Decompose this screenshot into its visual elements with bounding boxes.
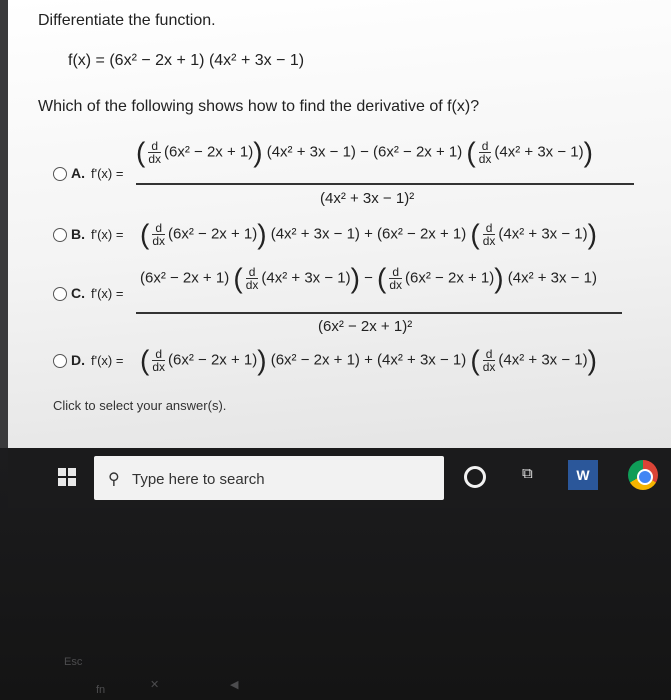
volume-key-icon: ◀ <box>230 679 239 691</box>
option-a-fx: f'(x) = <box>91 166 124 181</box>
photo-frame: Differentiate the function. f(x) = (6x² … <box>0 0 671 700</box>
taskbar: ⚲ Type here to search ⧉ W <box>8 448 671 508</box>
windows-start-icon[interactable] <box>58 468 76 486</box>
select-instruction: Click to select your answer(s). <box>53 398 227 413</box>
option-b-letter: B. <box>71 226 85 242</box>
option-a-denominator: (4x² + 3x − 1)² <box>320 190 415 207</box>
mute-key-icon: ✕ <box>150 679 160 691</box>
taskbar-search-box[interactable]: ⚲ Type here to search <box>94 456 444 500</box>
question-prompt: Differentiate the function. <box>38 12 216 29</box>
option-c-letter: C. <box>71 285 85 301</box>
option-c-numerator: (6x² − 2x + 1) (d dx (4x² + 3x − 1)) − (d d… <box>140 262 597 294</box>
word-app-icon[interactable]: W <box>568 460 598 490</box>
radio-d[interactable] <box>53 354 67 369</box>
option-d-expression: (d dx (6x² − 2x + 1)) (6x² − 2x + 1) + (4x… <box>140 344 597 376</box>
given-rhs: (6x² − 2x + 1) (4x² + 3x − 1) <box>109 52 305 69</box>
option-c[interactable]: C. f'(x) = <box>53 285 123 302</box>
option-c-fraction-bar <box>136 312 622 314</box>
screen: Differentiate the function. f(x) = (6x² … <box>0 0 671 448</box>
fn-lock-key: fn <box>96 684 106 696</box>
esc-key: Esc <box>64 656 83 668</box>
option-a[interactable]: A. f'(x) = <box>53 165 123 182</box>
option-c-denominator: (6x² − 2x + 1)² <box>318 318 413 335</box>
question-text: Which of the following shows how to find… <box>38 98 480 115</box>
radio-c[interactable] <box>53 287 67 302</box>
option-a-numerator: (d dx (6x² − 2x + 1)) (4x² + 3x − 1) − (6x… <box>136 136 593 168</box>
option-c-fx: f'(x) = <box>91 286 124 301</box>
option-a-fraction-bar <box>136 183 634 185</box>
option-b[interactable]: B. f'(x) = <box>53 226 123 243</box>
option-d[interactable]: D. f'(x) = <box>53 352 123 369</box>
option-d-fx: f'(x) = <box>91 353 124 368</box>
option-a-letter: A. <box>71 165 85 181</box>
option-d-letter: D. <box>71 352 85 368</box>
search-icon: ⚲ <box>108 471 120 488</box>
search-placeholder: Type here to search <box>132 471 265 488</box>
given-function: f(x) = (6x² − 2x + 1) (4x² + 3x − 1) <box>68 52 304 70</box>
cortana-icon[interactable] <box>464 466 486 488</box>
chrome-app-icon[interactable] <box>628 460 658 490</box>
keyboard-area: Esc fn ✕ ◀ <box>0 508 671 700</box>
radio-a[interactable] <box>53 167 67 182</box>
task-view-icon[interactable]: ⧉ <box>522 465 540 483</box>
option-b-fx: f'(x) = <box>91 227 124 242</box>
option-b-expression: (d dx (6x² − 2x + 1)) (4x² + 3x − 1) + (6x… <box>140 218 597 250</box>
given-lhs: f(x) = <box>68 52 110 69</box>
radio-b[interactable] <box>53 228 67 243</box>
ddx: d dx <box>148 139 162 166</box>
